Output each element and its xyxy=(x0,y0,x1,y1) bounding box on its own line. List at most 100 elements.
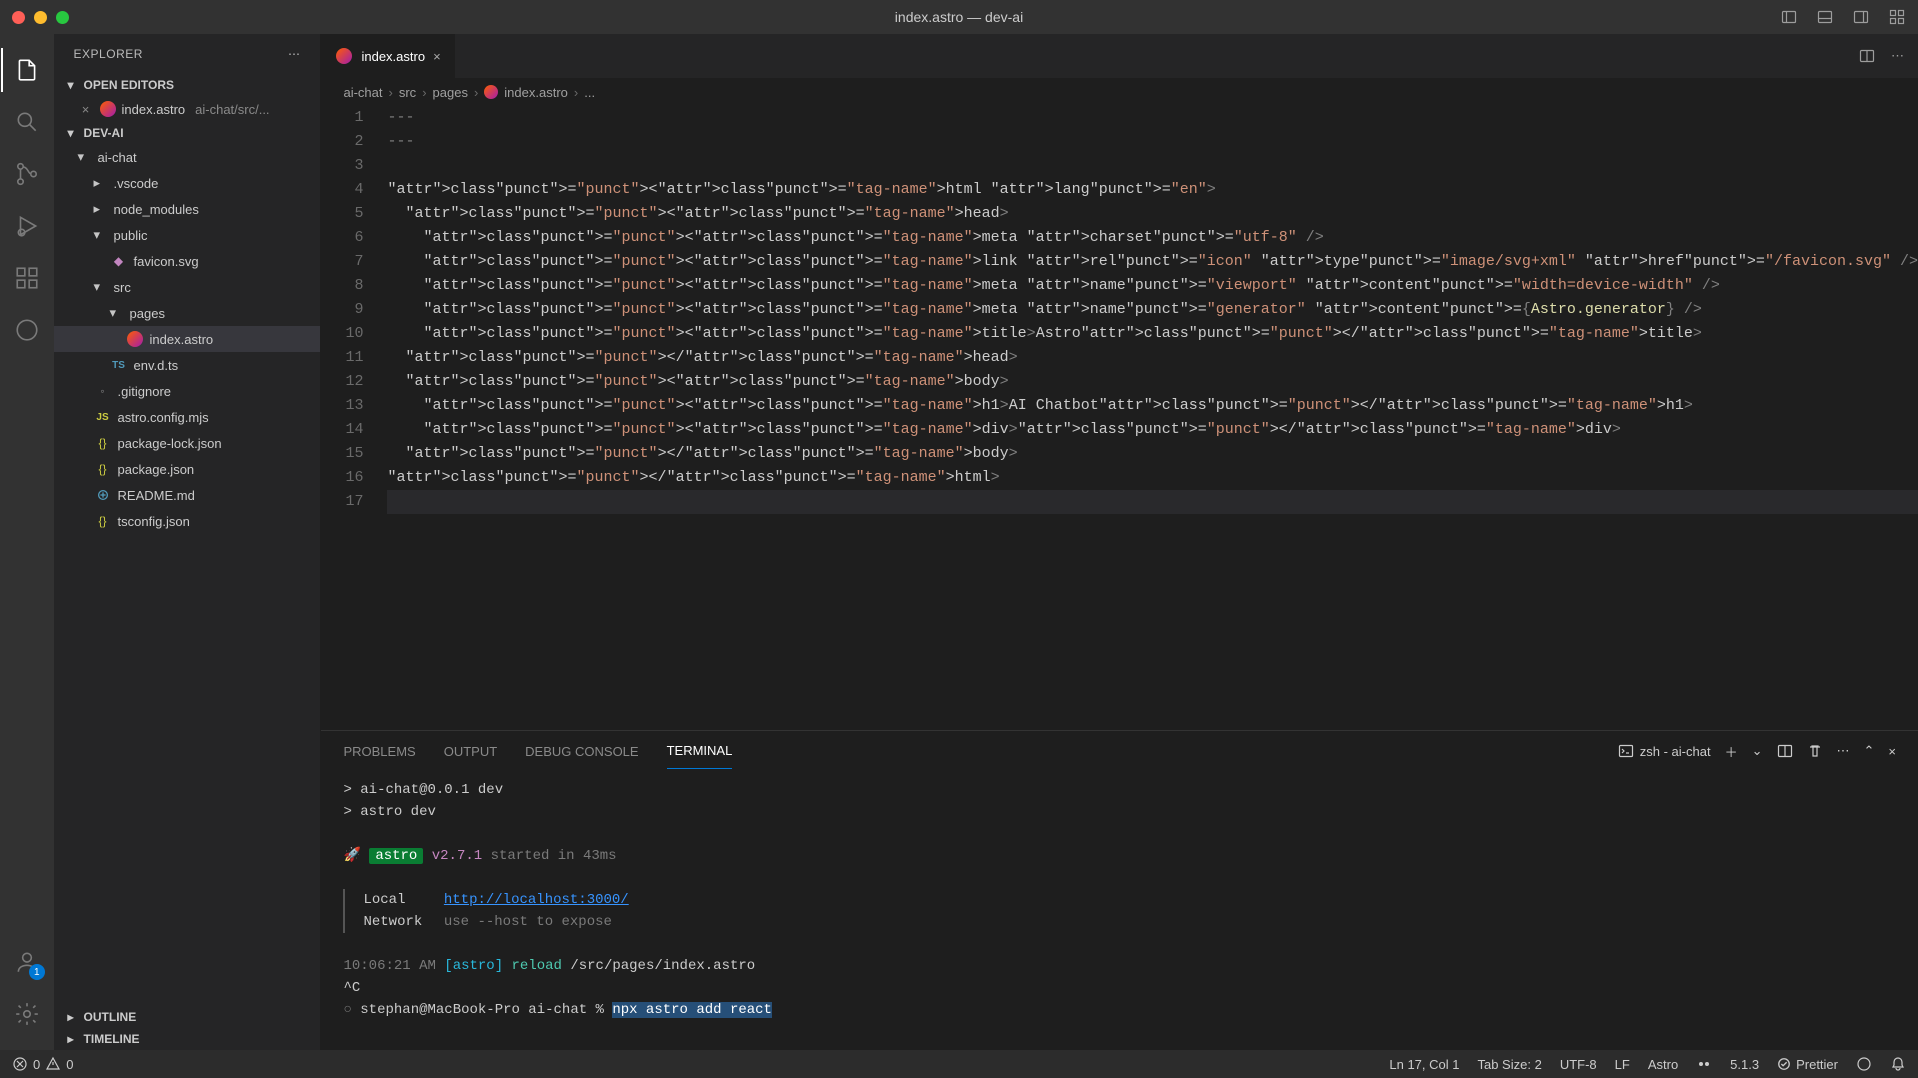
maximize-window-button[interactable] xyxy=(56,11,69,24)
tree-folder[interactable]: ▾ai-chat xyxy=(54,144,321,170)
tree-folder[interactable]: ▾pages xyxy=(54,300,321,326)
editor-tabbar: index.astro × ⋯ xyxy=(321,34,1918,78)
prettier-status[interactable]: Prettier xyxy=(1777,1057,1838,1072)
tree-item-label: package.json xyxy=(118,462,195,477)
chevron-down-icon: ▾ xyxy=(64,78,78,92)
tree-file[interactable]: {}tsconfig.json xyxy=(54,508,321,534)
split-terminal-icon[interactable] xyxy=(1777,743,1793,759)
minimize-window-button[interactable] xyxy=(34,11,47,24)
astro-file-icon xyxy=(484,85,498,99)
settings-activity-button[interactable] xyxy=(1,988,53,1040)
tree-file[interactable]: {} package.json xyxy=(54,456,321,482)
code-content[interactable]: ------ "attr">class"punct">="punct"><"at… xyxy=(383,106,1918,730)
tree-item-label: package-lock.json xyxy=(118,436,222,451)
file-icon: ◆ xyxy=(110,254,128,268)
new-terminal-icon[interactable]: ＋ xyxy=(1725,742,1738,761)
remote-activity-button[interactable] xyxy=(1,304,53,356)
file-icon: {} xyxy=(94,462,112,476)
explorer-sidebar: EXPLORER ⋯ ▾ OPEN EDITORS × index.astro … xyxy=(54,34,322,1050)
terminal-input-selection[interactable]: npx astro add react xyxy=(612,1002,772,1018)
terminal-line: ^C xyxy=(343,977,1896,999)
customize-layout-icon[interactable] xyxy=(1888,8,1906,26)
kill-terminal-icon[interactable] xyxy=(1807,743,1823,759)
tree-file[interactable]: ◦.gitignore xyxy=(54,378,321,404)
maximize-panel-icon[interactable]: ⌃ xyxy=(1864,743,1875,759)
tree-item-label: node_modules xyxy=(114,202,199,217)
file-icon: ◦ xyxy=(94,384,112,398)
close-panel-icon[interactable]: × xyxy=(1888,744,1896,759)
accounts-activity-button[interactable]: 1 xyxy=(1,936,53,988)
explorer-activity-button[interactable] xyxy=(1,44,53,96)
tree-file[interactable]: ◆favicon.svg xyxy=(54,248,321,274)
cursor-position[interactable]: Ln 17, Col 1 xyxy=(1389,1057,1459,1072)
output-tab[interactable]: OUTPUT xyxy=(444,734,497,769)
tree-folder[interactable]: ▾ public xyxy=(54,222,321,248)
crumb[interactable]: ai-chat xyxy=(343,85,382,100)
chevron-down-icon: ▾ xyxy=(78,149,92,165)
terminal-shell-label[interactable]: zsh - ai-chat xyxy=(1618,743,1711,759)
source-control-activity-button[interactable] xyxy=(1,148,53,200)
breadcrumbs[interactable]: ai-chat › src › pages › index.astro › ..… xyxy=(321,78,1918,106)
terminal-line: > astro dev xyxy=(343,801,1896,823)
outline-section[interactable]: ▸ OUTLINE xyxy=(54,1006,321,1028)
toggle-primary-sidebar-icon[interactable] xyxy=(1780,8,1798,26)
tree-file[interactable]: TSenv.d.ts xyxy=(54,352,321,378)
extension-version[interactable]: 5.1.3 xyxy=(1730,1057,1759,1072)
activity-bar: 1 xyxy=(0,34,54,1050)
chevron-down-icon: ▾ xyxy=(94,227,108,243)
chevron-down-icon: ▾ xyxy=(64,126,78,140)
crumb[interactable]: src xyxy=(399,85,416,100)
tree-folder[interactable]: ▸ .vscode xyxy=(54,170,321,196)
panel-more-icon[interactable]: ⋯ xyxy=(1837,743,1850,759)
file-icon: TS xyxy=(110,360,128,371)
line-gutter: 1234567891011121314151617 xyxy=(321,106,383,730)
toggle-secondary-sidebar-icon[interactable] xyxy=(1852,8,1870,26)
eol[interactable]: LF xyxy=(1615,1057,1630,1072)
explorer-more-icon[interactable]: ⋯ xyxy=(288,47,301,61)
editor-tab[interactable]: index.astro × xyxy=(321,34,455,78)
split-editor-icon[interactable] xyxy=(1859,48,1875,64)
tree-item-label: public xyxy=(114,228,148,243)
feedback-icon[interactable] xyxy=(1856,1056,1872,1072)
toggle-panel-icon[interactable] xyxy=(1816,8,1834,26)
project-section[interactable]: ▾ DEV-AI xyxy=(54,122,321,144)
tab-size[interactable]: Tab Size: 2 xyxy=(1477,1057,1541,1072)
terminal-tab[interactable]: TERMINAL xyxy=(667,733,733,769)
crumb[interactable]: ... xyxy=(584,85,595,100)
tree-folder[interactable]: ▾src xyxy=(54,274,321,300)
astro-file-icon xyxy=(335,47,353,65)
copilot-icon[interactable] xyxy=(1696,1056,1712,1072)
problems-tab[interactable]: PROBLEMS xyxy=(343,734,415,769)
close-editor-icon[interactable]: × xyxy=(78,102,94,117)
run-debug-activity-button[interactable] xyxy=(1,200,53,252)
tree-folder[interactable]: ▸node_modules xyxy=(54,196,321,222)
code-editor[interactable]: 1234567891011121314151617 ------ "attr">… xyxy=(321,106,1918,730)
close-window-button[interactable] xyxy=(12,11,25,24)
extensions-activity-button[interactable] xyxy=(1,252,53,304)
open-editors-section[interactable]: ▾ OPEN EDITORS xyxy=(54,74,321,96)
close-tab-icon[interactable]: × xyxy=(433,49,441,64)
terminal-url[interactable]: http://localhost:3000/ xyxy=(444,892,629,908)
more-actions-icon[interactable]: ⋯ xyxy=(1891,48,1904,64)
terminal-prompt-line[interactable]: ○ stephan@MacBook-Pro ai-chat % npx astr… xyxy=(343,999,1896,1021)
debug-console-tab[interactable]: DEBUG CONSOLE xyxy=(525,734,638,769)
tree-file[interactable]: README.md xyxy=(54,482,321,508)
panel-tabbar: PROBLEMS OUTPUT DEBUG CONSOLE TERMINAL z… xyxy=(321,731,1918,771)
crumb[interactable]: index.astro xyxy=(504,85,568,100)
language-mode[interactable]: Astro xyxy=(1648,1057,1678,1072)
search-activity-button[interactable] xyxy=(1,96,53,148)
tree-file[interactable]: {}package-lock.json xyxy=(54,430,321,456)
tab-filename: index.astro xyxy=(361,49,425,64)
terminal-dropdown-icon[interactable]: ⌄ xyxy=(1752,743,1763,759)
terminal[interactable]: > ai-chat@0.0.1 dev > astro dev 🚀 astro … xyxy=(321,771,1918,1050)
tree-item-label: .vscode xyxy=(114,176,159,191)
open-editor-item[interactable]: × index.astro ai-chat/src/... xyxy=(54,96,321,122)
tree-file[interactable]: index.astro xyxy=(54,326,321,352)
timeline-section[interactable]: ▸ TIMELINE xyxy=(54,1028,321,1050)
encoding[interactable]: UTF-8 xyxy=(1560,1057,1597,1072)
crumb[interactable]: pages xyxy=(433,85,468,100)
chevron-right-icon: ▸ xyxy=(94,175,108,191)
notifications-icon[interactable] xyxy=(1890,1056,1906,1072)
tree-file[interactable]: JSastro.config.mjs xyxy=(54,404,321,430)
problems-status[interactable]: 0 0 xyxy=(12,1056,73,1072)
